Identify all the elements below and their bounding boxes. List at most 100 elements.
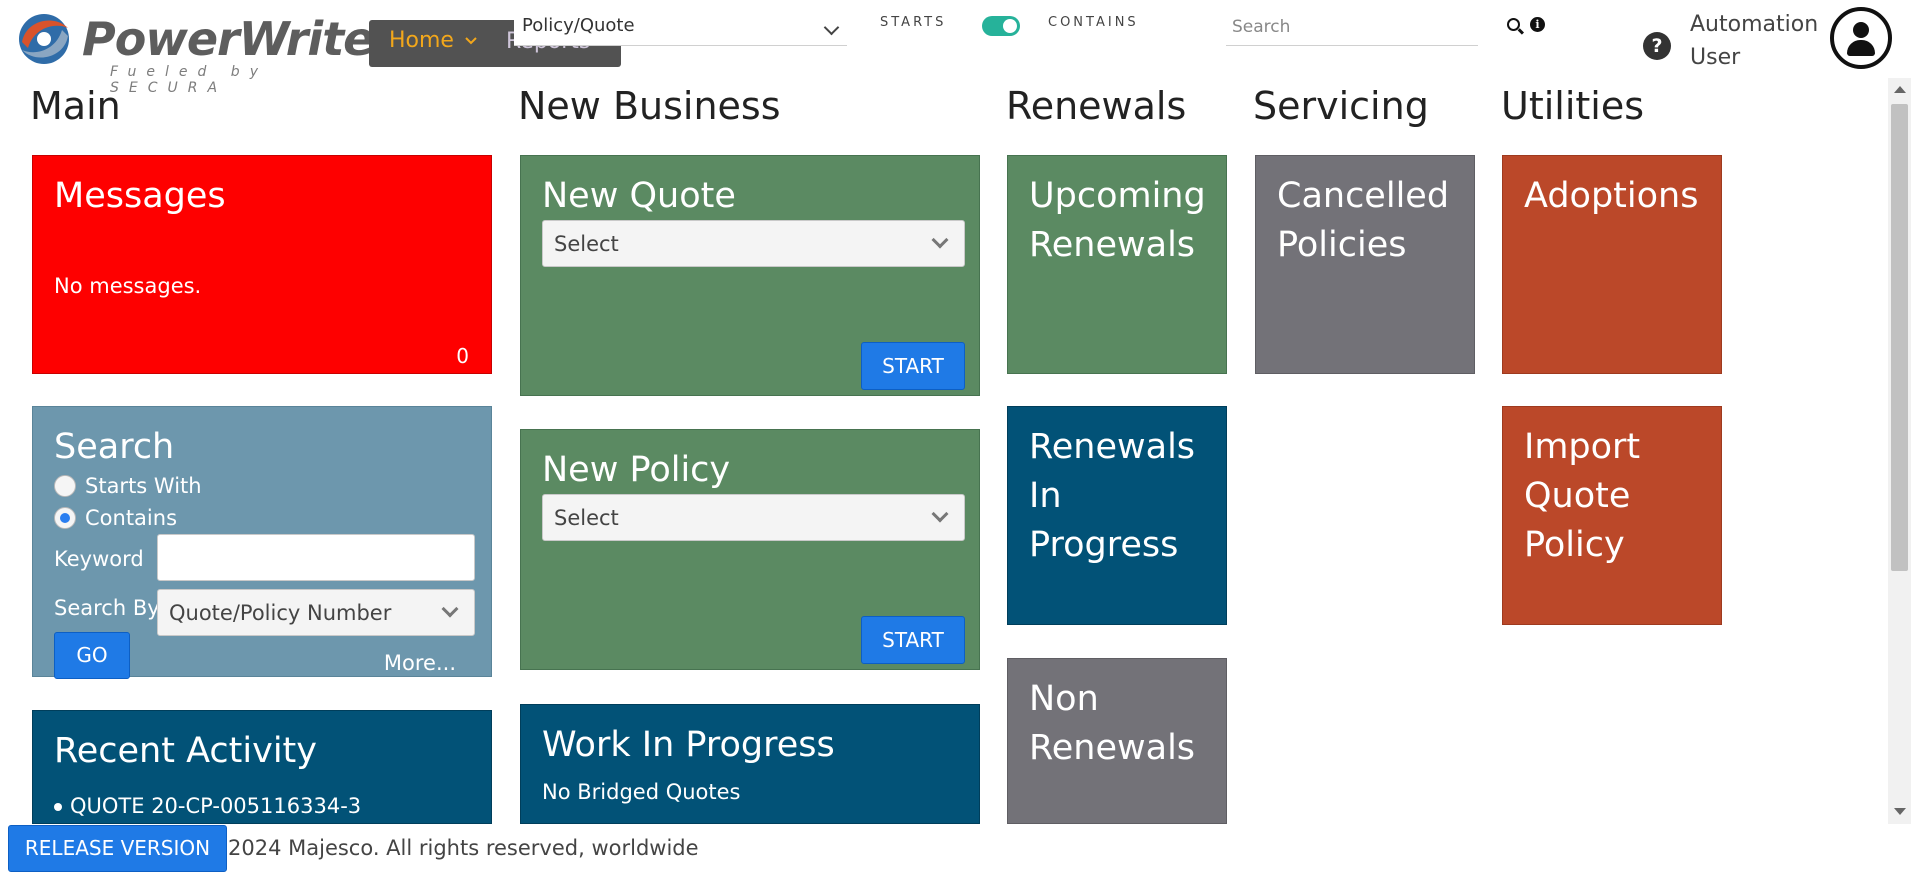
column-title-main: Main — [30, 84, 121, 128]
new-policy-start-button[interactable]: START — [861, 616, 965, 664]
non-renewals-title: Non Renewals — [1029, 675, 1195, 773]
renewals-in-progress-line1: Renewals — [1029, 427, 1196, 467]
column-title-renewals: Renewals — [1006, 84, 1187, 128]
messages-count: 0 — [456, 344, 469, 368]
chevron-down-icon — [931, 231, 949, 249]
help-icon[interactable]: ? — [1643, 32, 1671, 60]
messages-tile[interactable]: Messages No messages. 0 — [32, 155, 492, 374]
recent-activity-item[interactable]: QUOTE 20-CP-005116334-3 — [54, 794, 361, 818]
column-title-new-business: New Business — [518, 84, 781, 128]
search-title: Search — [54, 427, 175, 467]
renewals-in-progress-line2: In — [1029, 476, 1062, 516]
upcoming-renewals-title: Upcoming Renewals — [1029, 172, 1206, 270]
nav-home-menu[interactable]: Home — [389, 28, 477, 53]
adoptions-title: Adoptions — [1524, 172, 1698, 221]
upcoming-renewals-line2: Renewals — [1029, 225, 1196, 265]
keyword-field[interactable] — [157, 534, 475, 581]
new-policy-title: New Policy — [542, 450, 731, 490]
cancelled-policies-line2: Policies — [1277, 225, 1407, 265]
renewals-in-progress-tile[interactable]: Renewals In Progress — [1007, 406, 1227, 625]
messages-text: No messages. — [54, 274, 202, 298]
avatar-head — [1853, 22, 1869, 38]
import-quote-policy-line1: Import — [1524, 427, 1641, 467]
page-footer: RELEASE VERSION 2024 Majesco. All rights… — [0, 824, 1920, 872]
import-quote-policy-title: Import Quote Policy — [1524, 423, 1640, 570]
new-quote-title: New Quote — [542, 176, 736, 216]
toggle-label-contains: CONTAINS — [1048, 15, 1139, 30]
chevron-down-icon — [823, 19, 840, 36]
new-policy-select[interactable]: Select — [542, 494, 965, 541]
keyword-input[interactable] — [158, 535, 474, 580]
nav-home-label: Home — [389, 28, 454, 53]
keyword-label: Keyword — [54, 547, 144, 571]
header-search-field[interactable] — [1226, 10, 1478, 46]
bullet-icon — [54, 803, 62, 811]
go-button[interactable]: GO — [54, 632, 130, 679]
cancelled-policies-tile[interactable]: Cancelled Policies — [1255, 155, 1475, 374]
renewals-in-progress-line3: Progress — [1029, 525, 1179, 565]
non-renewals-line2: Renewals — [1029, 728, 1196, 768]
release-version-button[interactable]: RELEASE VERSION — [8, 825, 227, 872]
recent-activity-item-text: QUOTE 20-CP-005116334-3 — [70, 794, 362, 818]
toggle-knob — [1003, 19, 1017, 33]
avatar-body — [1847, 40, 1875, 56]
adoptions-line1: Adoptions — [1524, 176, 1699, 216]
scroll-up-arrow-icon[interactable] — [1894, 86, 1906, 93]
chevron-down-icon — [931, 505, 949, 523]
new-quote-select-value: Select — [554, 232, 619, 256]
search-tile: Search Starts With Contains Keyword Sear… — [32, 406, 492, 679]
chevron-down-icon — [465, 37, 477, 45]
new-policy-tile: New Policy Select START — [520, 429, 980, 670]
column-title-servicing: Servicing — [1253, 84, 1429, 128]
upcoming-renewals-line1: Upcoming — [1029, 176, 1206, 216]
upcoming-renewals-tile[interactable]: Upcoming Renewals — [1007, 155, 1227, 374]
work-in-progress-text: No Bridged Quotes — [542, 780, 741, 804]
recent-activity-title: Recent Activity — [54, 731, 317, 771]
cancelled-policies-title: Cancelled Policies — [1277, 172, 1449, 270]
search-by-select[interactable]: Quote/Policy Number — [157, 589, 475, 636]
user-name-line1: Automation — [1690, 12, 1819, 37]
more-link[interactable]: More... — [384, 651, 456, 675]
info-icon[interactable]: i — [1530, 17, 1545, 32]
radio-contains-button[interactable] — [54, 507, 76, 529]
non-renewals-tile[interactable]: Non Renewals — [1007, 658, 1227, 824]
new-quote-start-button[interactable]: START — [861, 342, 965, 390]
avatar-icon[interactable] — [1830, 7, 1892, 69]
renewals-in-progress-title: Renewals In Progress — [1029, 423, 1195, 570]
logo-wordmark: PowerWriter — [82, 12, 396, 66]
toggle-label-starts: STARTS — [880, 15, 947, 30]
work-in-progress-tile[interactable]: Work In Progress No Bridged Quotes — [520, 704, 980, 824]
policy-quote-select-value: Policy/Quote — [522, 15, 635, 36]
logo-tagline: Fueled by SECURA — [110, 64, 268, 96]
header-search-input[interactable] — [1226, 10, 1478, 44]
new-quote-select[interactable]: Select — [542, 220, 965, 267]
non-renewals-line1: Non — [1029, 679, 1099, 719]
import-quote-policy-line3: Policy — [1524, 525, 1625, 565]
radio-contains-label: Contains — [85, 506, 178, 530]
scroll-down-arrow-icon[interactable] — [1894, 808, 1906, 815]
new-policy-select-value: Select — [554, 506, 619, 530]
import-quote-policy-tile[interactable]: Import Quote Policy — [1502, 406, 1722, 625]
chevron-down-icon — [441, 600, 459, 618]
work-in-progress-title: Work In Progress — [542, 725, 835, 765]
scrollbar-thumb[interactable] — [1891, 104, 1908, 571]
new-quote-tile: New Quote Select START — [520, 155, 980, 396]
radio-starts-with-button[interactable] — [54, 475, 76, 497]
policy-quote-select[interactable]: Policy/Quote — [514, 8, 847, 46]
starts-contains-toggle[interactable] — [982, 16, 1020, 36]
adoptions-tile[interactable]: Adoptions — [1502, 155, 1722, 374]
user-name[interactable]: Automation User — [1690, 8, 1818, 74]
recent-activity-tile: Recent Activity QUOTE 20-CP-005116334-3 — [32, 710, 492, 824]
column-title-utilities: Utilities — [1501, 84, 1645, 128]
copyright-text: 2024 Majesco. All rights reserved, world… — [228, 836, 699, 860]
cancelled-policies-line1: Cancelled — [1277, 176, 1450, 216]
user-name-line2: User — [1690, 45, 1741, 70]
radio-starts-with-label: Starts With — [85, 474, 202, 498]
search-by-select-value: Quote/Policy Number — [169, 601, 392, 625]
search-by-label: Search By — [54, 596, 160, 620]
powerwriter-logo[interactable]: PowerWriter Fueled by SECURA — [10, 8, 396, 96]
app-header: PowerWriter Fueled by SECURA Home Report… — [0, 0, 1920, 96]
search-icon[interactable] — [1507, 18, 1520, 31]
import-quote-policy-line2: Quote — [1524, 476, 1631, 516]
logo-swirl-icon — [19, 14, 69, 64]
